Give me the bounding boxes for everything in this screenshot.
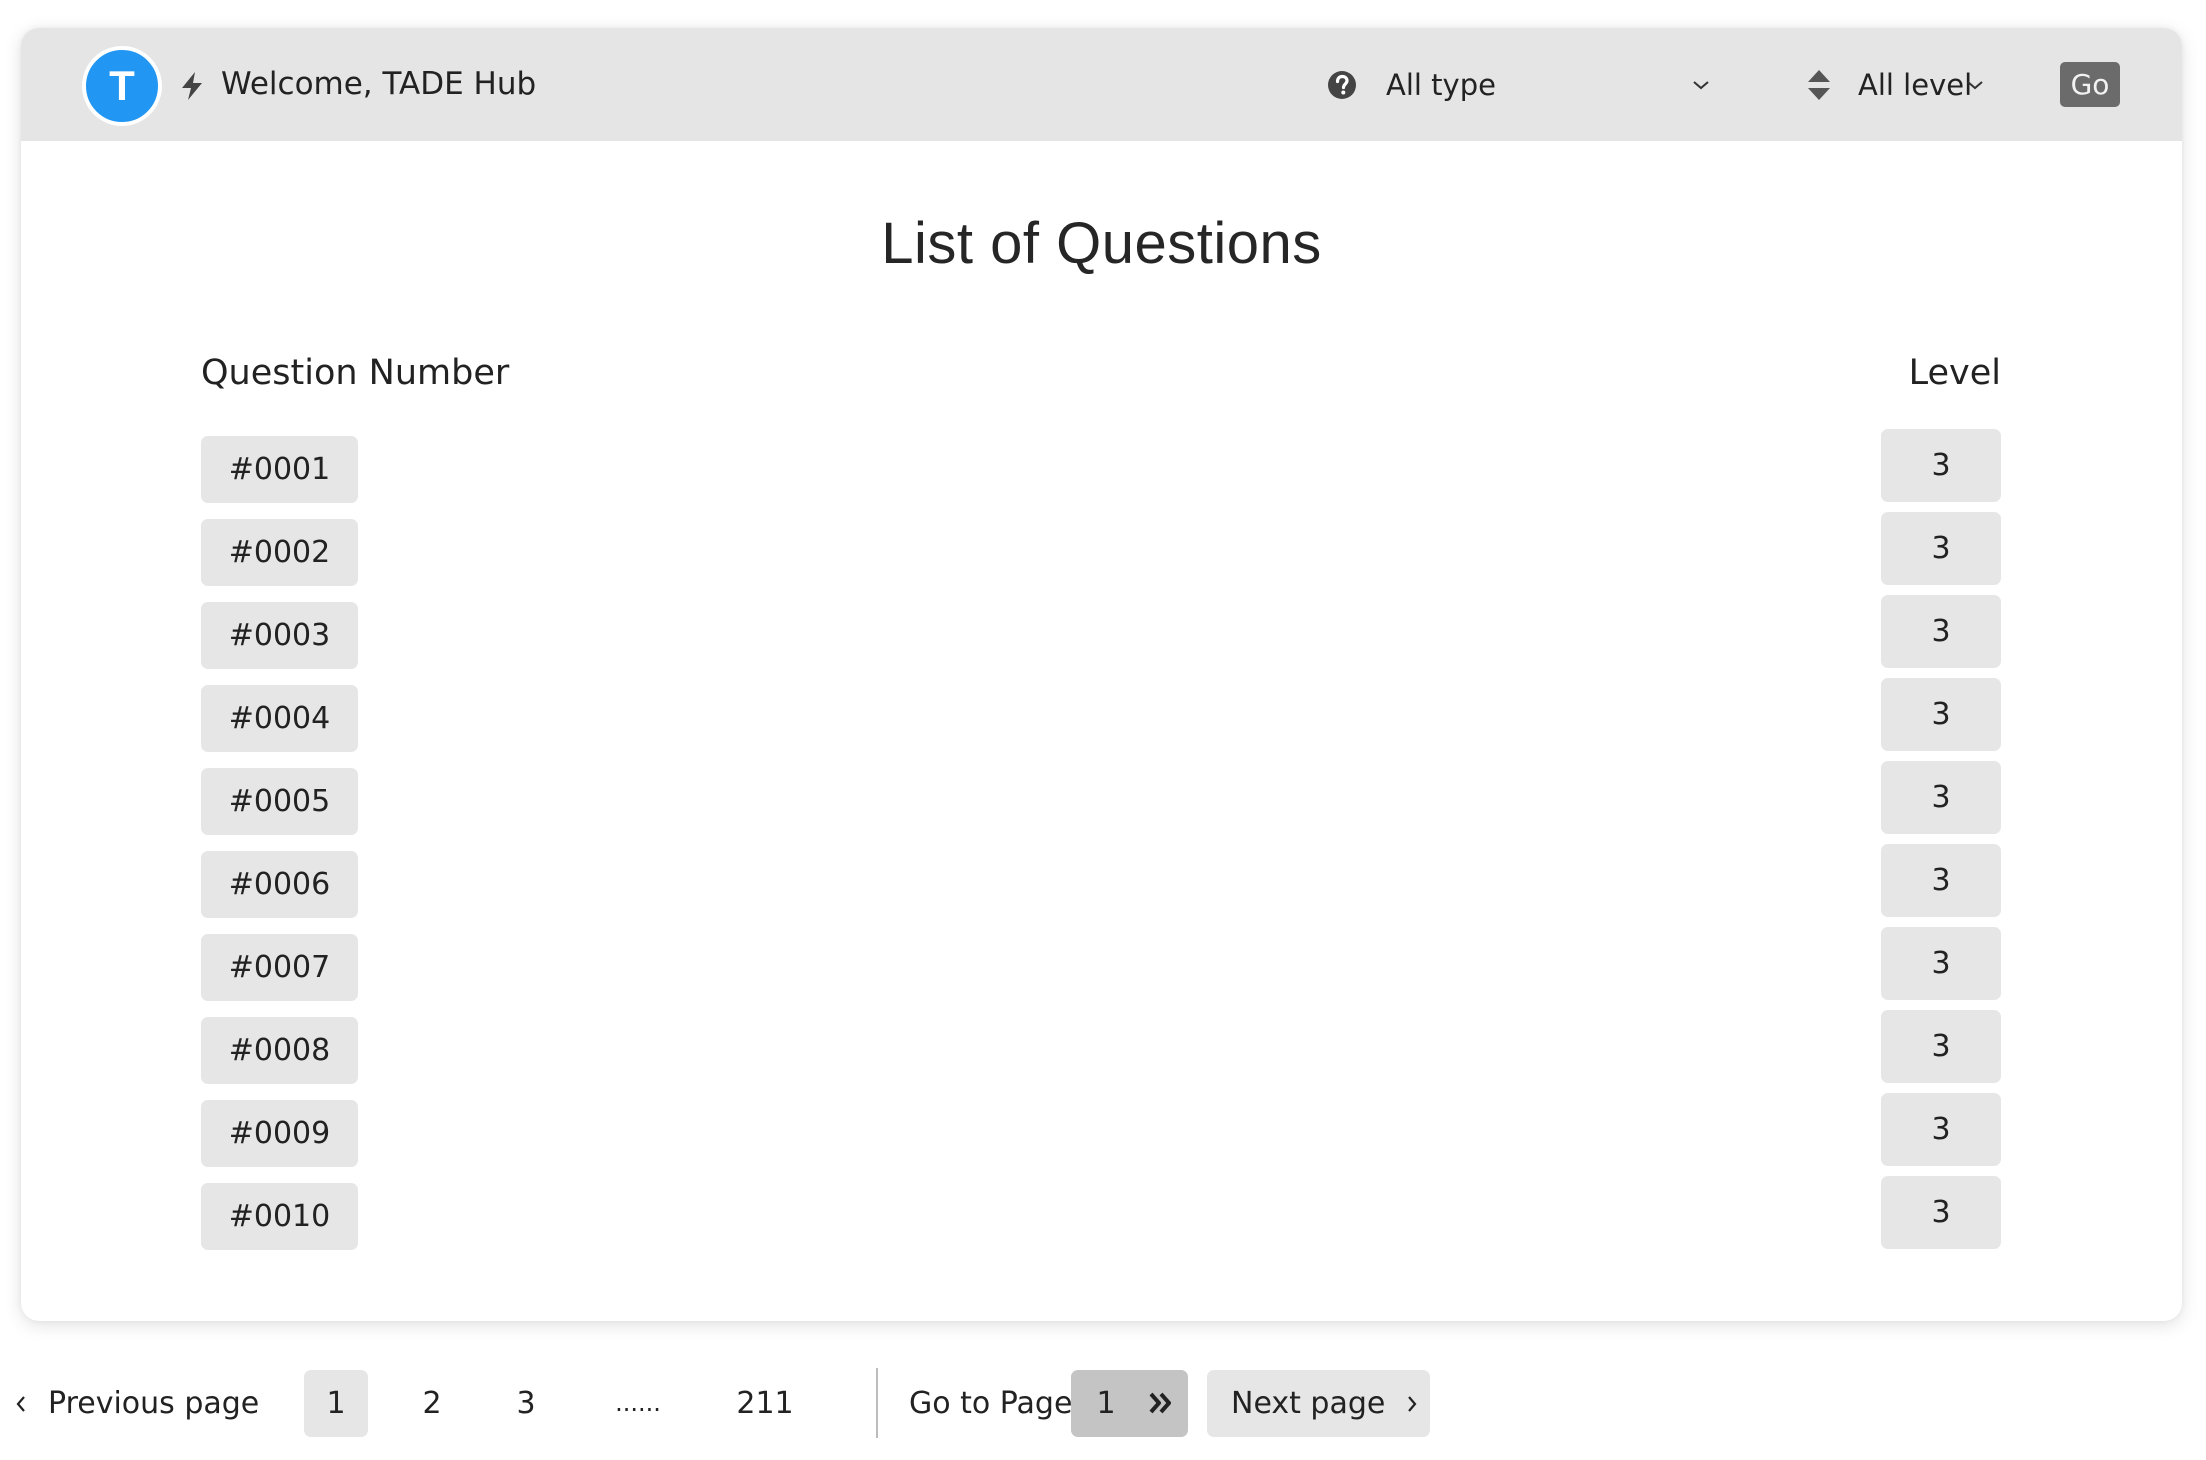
question-number-button[interactable]: #0006 — [201, 851, 358, 918]
question-level-button[interactable]: 3 — [1881, 844, 2001, 917]
question-number-button[interactable]: #0002 — [201, 519, 358, 586]
page-1-button[interactable]: 1 — [304, 1370, 368, 1437]
user-avatar[interactable]: T — [82, 46, 162, 126]
pagination: Previous page 1 2 3 ...... 211 Go to Pag… — [0, 1368, 2206, 1438]
type-filter-select[interactable]: All type — [1383, 62, 1743, 108]
question-level-button[interactable]: 3 — [1881, 429, 2001, 502]
next-page-button[interactable]: Next page — [1207, 1370, 1430, 1437]
questions-card: T Welcome, TADE Hub All type All level G… — [21, 28, 2182, 1321]
question-number-button[interactable]: #0004 — [201, 685, 358, 752]
question-level-button[interactable]: 3 — [1881, 927, 2001, 1000]
welcome-text: Welcome, TADE Hub — [221, 66, 537, 102]
page-2-button[interactable]: 2 — [410, 1370, 454, 1437]
question-number-button[interactable]: #0005 — [201, 768, 358, 835]
go-button[interactable]: Go — [2060, 62, 2120, 107]
goto-page-input[interactable] — [1081, 1378, 1131, 1429]
question-number-button[interactable]: #0007 — [201, 934, 358, 1001]
goto-page-label: Go to Page — [909, 1386, 1073, 1421]
page-3-button[interactable]: 3 — [504, 1370, 548, 1437]
previous-page-button[interactable]: Previous page — [14, 1370, 259, 1437]
page-211-button[interactable]: 211 — [728, 1370, 802, 1437]
question-level-button[interactable]: 3 — [1881, 1176, 2001, 1249]
chevron-left-icon — [16, 1395, 25, 1412]
top-bar: T Welcome, TADE Hub All type All level G… — [21, 28, 2182, 141]
question-number-button[interactable]: #0003 — [201, 602, 358, 669]
question-level-button[interactable]: 3 — [1881, 1010, 2001, 1083]
type-filter-value: All type — [1386, 68, 1496, 102]
previous-page-label: Previous page — [48, 1386, 260, 1421]
goto-page-control — [1071, 1370, 1188, 1437]
pagination-divider — [876, 1368, 878, 1438]
question-level-button[interactable]: 3 — [1881, 1093, 2001, 1166]
column-header-question-number: Question Number — [201, 353, 510, 393]
question-number-button[interactable]: #0009 — [201, 1100, 358, 1167]
question-number-button[interactable]: #0001 — [201, 436, 358, 503]
double-chevron-right-icon[interactable] — [1147, 1390, 1175, 1416]
question-number-button[interactable]: #0010 — [201, 1183, 358, 1250]
level-filter-select[interactable]: All level — [1855, 62, 2015, 108]
lightning-bolt-icon — [182, 72, 202, 100]
next-page-label: Next page — [1231, 1386, 1386, 1421]
question-circle-icon — [1328, 71, 1356, 99]
sort-icon — [1808, 70, 1830, 100]
question-level-button[interactable]: 3 — [1881, 512, 2001, 585]
question-level-button[interactable]: 3 — [1881, 761, 2001, 834]
chevron-right-icon — [1408, 1395, 1417, 1412]
chevron-down-icon — [1693, 81, 1709, 90]
level-filter-value: All level — [1858, 68, 1973, 102]
page-title: List of Questions — [881, 211, 1322, 276]
question-level-button[interactable]: 3 — [1881, 595, 2001, 668]
page-ellipsis: ...... — [615, 1389, 661, 1417]
chevron-down-icon — [1967, 81, 1983, 90]
column-header-level: Level — [1908, 353, 2001, 393]
question-number-button[interactable]: #0008 — [201, 1017, 358, 1084]
question-level-button[interactable]: 3 — [1881, 678, 2001, 751]
